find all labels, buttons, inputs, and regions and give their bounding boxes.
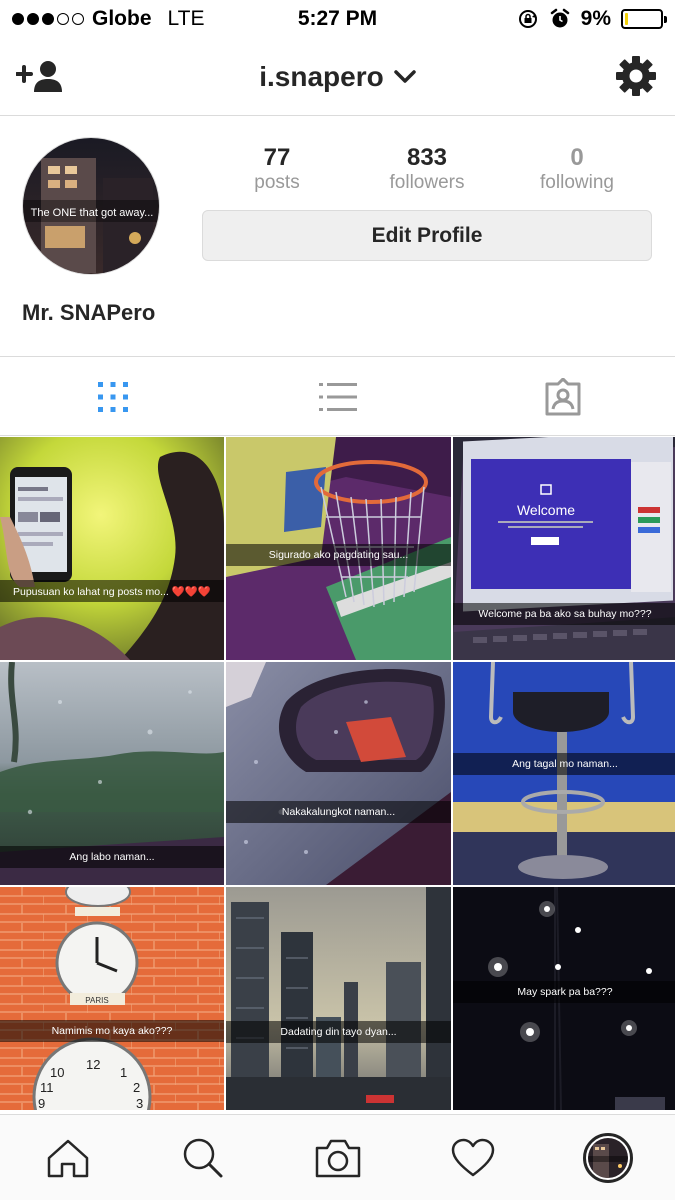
tab-home[interactable] — [0, 1138, 135, 1178]
post-caption: Welcome pa ba ako sa buhay mo??? — [453, 603, 675, 625]
status-bar: Globe LTE 5:27 PM 9% — [0, 0, 675, 38]
add-user-icon — [15, 61, 62, 92]
following-label: following — [540, 172, 614, 193]
tab-list-view[interactable] — [225, 358, 450, 435]
profile-section: The ONE that got away... 77 posts 833 fo… — [0, 117, 675, 357]
profile-thumbnail-avatar — [582, 1132, 633, 1183]
post-thumbnail[interactable]: Sigurado ako pagdating sau... — [226, 437, 451, 660]
profile-header-bar: i.snapero — [0, 38, 675, 116]
username-label: i.snapero — [259, 60, 384, 92]
signal-strength-icon — [12, 13, 84, 25]
post-caption: May spark pa ba??? — [453, 981, 675, 1003]
post-caption: Pupusuan ko lahat ng posts mo... ❤️❤️❤️ — [0, 580, 224, 602]
posts-stat[interactable]: 77 posts — [202, 145, 352, 195]
svg-text:3: 3 — [136, 1096, 143, 1110]
svg-text:2: 2 — [133, 1080, 140, 1095]
tab-camera[interactable] — [270, 1138, 405, 1178]
welcome-screen-title: Welcome — [517, 502, 575, 518]
settings-button[interactable] — [615, 55, 657, 102]
post-thumbnail[interactable]: Ang labo naman... — [0, 662, 224, 885]
grid-icon — [97, 381, 128, 412]
avatar-overlay-text: The ONE that got away... — [31, 207, 154, 219]
following-count: 0 — [570, 144, 584, 171]
svg-text:12: 12 — [86, 1057, 100, 1072]
svg-text:1: 1 — [120, 1065, 127, 1080]
post-thumbnail[interactable]: Dadating din tayo dyan... — [226, 887, 451, 1110]
post-thumbnail[interactable]: PARIS 12 1 2 3 10 11 9 Namimis mo kaya ako??? — [0, 887, 224, 1110]
post-caption: Ang labo naman... — [0, 846, 224, 868]
post-caption: Dadating din tayo dyan... — [226, 1021, 451, 1043]
tab-tagged-view[interactable] — [450, 358, 675, 435]
camera-icon — [315, 1139, 360, 1177]
tab-search[interactable] — [135, 1137, 270, 1179]
tab-activity[interactable] — [405, 1138, 540, 1178]
profile-avatar[interactable]: The ONE that got away... — [22, 137, 160, 275]
post-thumbnail[interactable]: Pupusuan ko lahat ng posts mo... ❤️❤️❤️ — [0, 437, 224, 660]
tagged-person-icon — [545, 377, 580, 415]
post-caption: Nakakalungkot naman... — [226, 801, 451, 823]
post-thumbnail[interactable]: May spark pa ba??? — [453, 887, 675, 1110]
network-type: LTE — [167, 7, 205, 30]
alarm-icon — [550, 8, 569, 28]
post-thumbnail[interactable]: Welcome Welcome pa ba ako sa buhay mo??? — [453, 437, 675, 660]
posts-grid: Pupusuan ko lahat ng posts mo... ❤️❤️❤️ … — [0, 437, 675, 1110]
clock-city-label: PARIS — [85, 996, 108, 1005]
heart-icon — [451, 1138, 494, 1176]
tab-grid-view[interactable] — [0, 358, 225, 435]
bottom-tab-bar — [0, 1114, 675, 1200]
post-caption: Namimis mo kaya ako??? — [0, 1020, 224, 1042]
tab-profile[interactable] — [540, 1132, 675, 1183]
search-icon — [183, 1138, 222, 1177]
username-switcher[interactable]: i.snapero — [259, 60, 416, 93]
followers-count: 833 — [406, 144, 448, 171]
carrier-name: Globe — [92, 7, 152, 30]
svg-text:11: 11 — [40, 1080, 54, 1095]
list-icon — [318, 382, 357, 411]
post-caption: Sigurado ako pagdating sau... — [226, 544, 451, 566]
svg-text:9: 9 — [38, 1096, 45, 1110]
posts-label: posts — [254, 172, 300, 193]
following-stat[interactable]: 0 following — [502, 145, 652, 195]
display-name: Mr. SNAPero — [22, 300, 156, 325]
battery-percent: 9% — [580, 7, 611, 30]
profile-view-tabs — [0, 358, 675, 436]
home-icon — [47, 1139, 88, 1177]
posts-count: 77 — [263, 144, 291, 171]
battery-level — [625, 13, 629, 25]
profile-stats: 77 posts 833 followers 0 following — [202, 145, 652, 195]
edit-profile-button[interactable]: Edit Profile — [202, 210, 652, 261]
discover-people-button[interactable] — [15, 58, 64, 99]
gear-icon — [616, 56, 656, 96]
post-caption: Ang tagal mo naman... — [453, 753, 675, 775]
post-thumbnail[interactable]: Ang tagal mo naman... — [453, 662, 675, 885]
chevron-down-icon — [393, 69, 416, 83]
rotation-lock-icon — [518, 10, 537, 28]
battery-icon — [621, 9, 667, 29]
followers-stat[interactable]: 833 followers — [352, 145, 502, 195]
post-thumbnail[interactable]: Nakakalungkot naman... — [226, 662, 451, 885]
followers-label: followers — [389, 172, 465, 193]
svg-text:10: 10 — [50, 1065, 64, 1080]
